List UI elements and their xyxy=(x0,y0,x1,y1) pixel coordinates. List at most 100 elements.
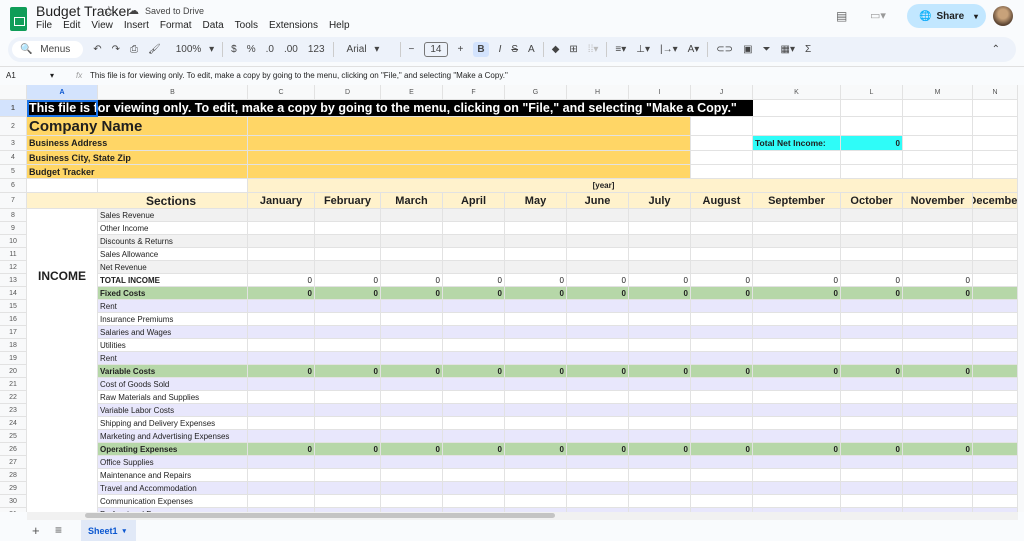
value-cell[interactable] xyxy=(443,235,505,248)
row-label[interactable]: Marketing and Advertising Expenses xyxy=(98,430,248,443)
value-cell[interactable] xyxy=(248,430,315,443)
all-sheets-icon[interactable]: ≡ xyxy=(55,523,62,537)
value-cell[interactable] xyxy=(248,261,315,274)
menu-data[interactable]: Data xyxy=(203,20,224,31)
row-label[interactable]: Raw Materials and Supplies xyxy=(98,391,248,404)
value-cell[interactable] xyxy=(505,430,567,443)
column-header-j[interactable]: J xyxy=(691,85,753,100)
month-header[interactable]: September xyxy=(753,193,841,209)
value-cell[interactable]: 0 xyxy=(248,443,315,456)
row-header[interactable]: 20 xyxy=(0,365,27,378)
value-cell[interactable] xyxy=(505,248,567,261)
value-cell[interactable] xyxy=(505,339,567,352)
value-cell[interactable] xyxy=(973,469,1018,482)
value-cell[interactable] xyxy=(443,300,505,313)
value-cell[interactable]: 0 xyxy=(903,274,973,287)
month-header[interactable]: January xyxy=(248,193,315,209)
value-cell[interactable] xyxy=(629,456,691,469)
year-header[interactable]: [year] xyxy=(248,179,1018,193)
cell[interactable] xyxy=(691,136,753,151)
value-cell[interactable] xyxy=(248,209,315,222)
spreadsheet-grid[interactable]: A B C D E F G H I J K L M N 1 2 3 4 5 6 7 8 9 10 11 12 13 14 15 16 17 1… xyxy=(0,85,1018,512)
share-dropdown-icon[interactable]: ▾ xyxy=(974,12,978,21)
value-cell[interactable] xyxy=(443,482,505,495)
value-cell[interactable] xyxy=(567,404,629,417)
print-icon[interactable]: ⎙ xyxy=(130,44,138,55)
value-cell[interactable] xyxy=(691,378,753,391)
cell[interactable] xyxy=(973,151,1018,165)
menu-view[interactable]: View xyxy=(91,20,113,31)
value-cell[interactable] xyxy=(315,313,381,326)
month-header[interactable]: June xyxy=(567,193,629,209)
business-address[interactable]: Business Address xyxy=(27,136,248,151)
menu-insert[interactable]: Insert xyxy=(124,20,149,31)
avatar[interactable] xyxy=(993,6,1013,26)
value-cell[interactable] xyxy=(691,261,753,274)
filter-icon[interactable]: ⏷ xyxy=(763,44,771,55)
company-fill[interactable] xyxy=(248,151,691,165)
star-icon[interactable]: ☆ xyxy=(103,3,115,19)
value-cell[interactable] xyxy=(973,430,1018,443)
row-label[interactable]: Discounts & Returns xyxy=(98,235,248,248)
cell[interactable] xyxy=(98,179,248,193)
row-header[interactable]: 8 xyxy=(0,209,27,222)
formula-input[interactable]: This file is for viewing only. To edit, … xyxy=(84,71,508,80)
value-cell[interactable] xyxy=(973,209,1018,222)
value-cell[interactable] xyxy=(973,404,1018,417)
value-cell[interactable] xyxy=(315,222,381,235)
value-cell[interactable] xyxy=(443,326,505,339)
value-cell[interactable] xyxy=(629,235,691,248)
value-cell[interactable] xyxy=(505,404,567,417)
value-cell[interactable] xyxy=(248,469,315,482)
value-cell[interactable] xyxy=(381,300,443,313)
value-cell[interactable] xyxy=(248,378,315,391)
valign-icon[interactable]: ⊥▾ xyxy=(636,44,650,55)
value-cell[interactable] xyxy=(691,495,753,508)
value-cell[interactable]: 0 xyxy=(381,287,443,300)
value-cell[interactable] xyxy=(691,469,753,482)
value-cell[interactable]: 0 xyxy=(753,287,841,300)
business-city[interactable]: Business City, State Zip xyxy=(27,151,248,165)
value-cell[interactable] xyxy=(505,456,567,469)
value-cell[interactable] xyxy=(903,469,973,482)
value-cell[interactable]: 0 xyxy=(691,443,753,456)
value-cell[interactable] xyxy=(629,469,691,482)
row-header[interactable]: 7 xyxy=(0,193,27,209)
value-cell[interactable] xyxy=(315,391,381,404)
value-cell[interactable] xyxy=(753,248,841,261)
value-cell[interactable] xyxy=(973,248,1018,261)
value-cell[interactable] xyxy=(753,326,841,339)
value-cell[interactable] xyxy=(629,482,691,495)
value-cell[interactable] xyxy=(567,495,629,508)
value-cell[interactable]: 0 xyxy=(381,365,443,378)
value-cell[interactable] xyxy=(903,430,973,443)
value-cell[interactable]: 0 xyxy=(691,287,753,300)
value-cell[interactable] xyxy=(248,404,315,417)
value-cell[interactable] xyxy=(903,209,973,222)
cell[interactable] xyxy=(903,100,973,117)
value-cell[interactable] xyxy=(841,352,903,365)
value-cell[interactable] xyxy=(248,352,315,365)
value-cell[interactable] xyxy=(903,235,973,248)
value-cell[interactable] xyxy=(443,430,505,443)
font-size-decrease[interactable]: − xyxy=(409,44,415,55)
row-header[interactable]: 4 xyxy=(0,151,27,165)
value-cell[interactable]: 0 xyxy=(248,365,315,378)
value-cell[interactable]: 0 xyxy=(381,443,443,456)
value-cell[interactable] xyxy=(629,222,691,235)
value-cell[interactable] xyxy=(753,209,841,222)
value-cell[interactable] xyxy=(973,352,1018,365)
value-cell[interactable] xyxy=(505,235,567,248)
sections-header[interactable]: Sections xyxy=(27,193,248,209)
row-header[interactable]: 6 xyxy=(0,179,27,193)
value-cell[interactable] xyxy=(381,352,443,365)
value-cell[interactable] xyxy=(973,326,1018,339)
row-label[interactable]: Cost of Goods Sold xyxy=(98,378,248,391)
value-cell[interactable] xyxy=(443,417,505,430)
value-cell[interactable] xyxy=(973,456,1018,469)
functions-icon[interactable]: Σ xyxy=(805,44,811,55)
value-cell[interactable] xyxy=(753,482,841,495)
value-cell[interactable] xyxy=(567,417,629,430)
currency-button[interactable]: $ xyxy=(231,44,237,55)
value-cell[interactable] xyxy=(903,248,973,261)
